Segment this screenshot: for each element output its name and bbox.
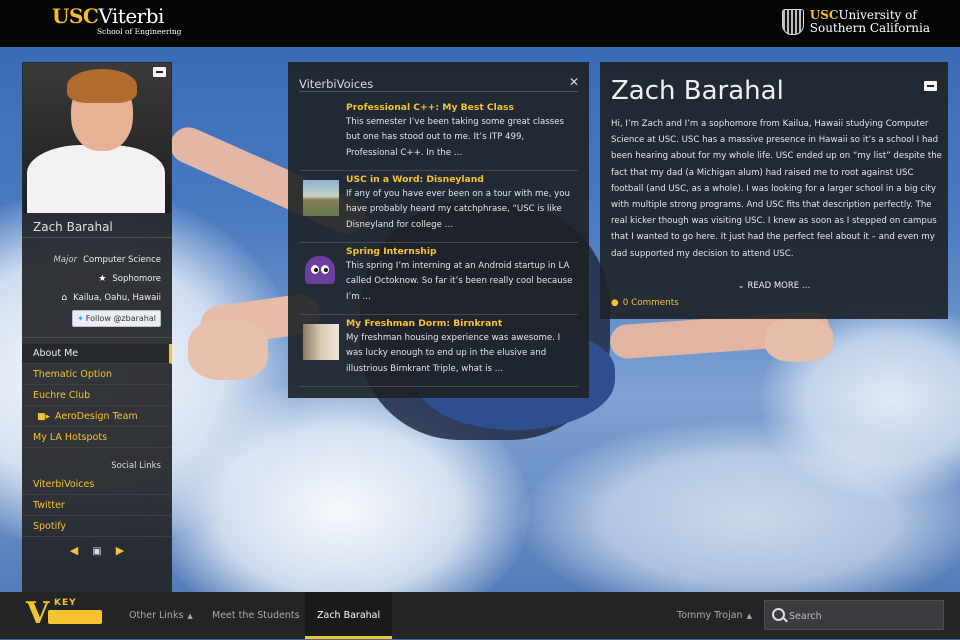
profile-photo bbox=[23, 63, 171, 213]
sidebar-item-about-me[interactable]: About Me bbox=[22, 344, 172, 364]
post-title[interactable]: Professional C++: My Best Class bbox=[346, 102, 514, 113]
chevron-down-icon: ⌄ bbox=[737, 281, 748, 291]
home-icon: ⌂ bbox=[61, 293, 68, 303]
post-excerpt: If any of you have ever been on a tour w… bbox=[346, 189, 570, 230]
twitter-icon: ✦ bbox=[77, 314, 84, 323]
voices-title: ViterbiVoices bbox=[299, 77, 374, 91]
close-icon[interactable]: ✕ bbox=[569, 75, 579, 89]
post-title[interactable]: Spring Internship bbox=[346, 246, 437, 257]
sidebar-link-spotify[interactable]: Spotify bbox=[22, 517, 172, 537]
purple-monster-icon[interactable] bbox=[305, 256, 335, 284]
profile-major: Major Computer Science bbox=[53, 255, 161, 265]
post-thumbnail[interactable] bbox=[303, 324, 339, 360]
list-item[interactable]: Spring Internship This spring I’m intern… bbox=[299, 244, 578, 315]
profile-hometown: ⌂ Kailua, Oahu, Hawaii bbox=[61, 293, 161, 303]
post-title[interactable]: My Freshman Dorm: Birnkrant bbox=[346, 318, 502, 329]
nav-meet-the-students[interactable]: Meet the Students bbox=[212, 592, 300, 639]
usc-viterbi-logo[interactable]: USCViterbi School of Engineering bbox=[52, 6, 182, 36]
comments-link[interactable]: ● 0 Comments bbox=[611, 298, 679, 308]
list-item[interactable]: My Freshman Dorm: Birnkrant My freshman … bbox=[299, 316, 578, 387]
social-links-heading: Social Links bbox=[111, 461, 161, 471]
caret-up-icon: ▲ bbox=[187, 612, 193, 620]
read-more-button[interactable]: ⌄ READ MORE … bbox=[600, 281, 948, 291]
list-item[interactable]: USC in a Word: Disneyland If any of you … bbox=[299, 172, 578, 243]
search-input[interactable] bbox=[787, 607, 941, 625]
arrow-right-icon[interactable]: ▶ bbox=[116, 544, 124, 557]
profile-year: ★ Sophomore bbox=[98, 274, 161, 284]
post-excerpt: This spring I’m interning at an Android … bbox=[346, 261, 573, 302]
top-header: USCViterbi School of Engineering USCUniv… bbox=[0, 0, 960, 47]
twitter-follow-button[interactable]: ✦ Follow @zbarahal bbox=[72, 310, 161, 327]
caret-up-icon: ▲ bbox=[746, 612, 752, 620]
nav-other-links[interactable]: Other Links ▲ bbox=[129, 592, 193, 639]
image-icon[interactable]: ▣ bbox=[92, 546, 101, 557]
profile-name: Zach Barahal bbox=[33, 220, 113, 234]
sidebar-item-euchre-club[interactable]: Euchre Club bbox=[22, 386, 172, 406]
user-menu[interactable]: Tommy Trojan ▲ bbox=[677, 592, 752, 639]
search-box[interactable] bbox=[764, 600, 944, 630]
post-thumbnail[interactable] bbox=[303, 180, 339, 216]
about-text: Hi, I’m Zach and I’m a sophomore from Ka… bbox=[611, 119, 942, 259]
about-heading: Zach Barahal bbox=[611, 76, 784, 106]
video-camera-icon: ■▸ bbox=[37, 412, 51, 422]
arrow-left-icon[interactable]: ◀ bbox=[70, 544, 78, 557]
collapse-sidebar-button[interactable] bbox=[153, 67, 166, 77]
sidebar-item-la-hotspots[interactable]: My LA Hotspots bbox=[22, 428, 172, 448]
sidebar-link-twitter[interactable]: Twitter bbox=[22, 496, 172, 516]
usc-university-logo[interactable]: USCUniversity of Southern California bbox=[781, 9, 930, 35]
viterbivoices-panel: ViterbiVoices ✕ Professional C++: My Bes… bbox=[288, 62, 589, 398]
nav-zach-barahal[interactable]: Zach Barahal bbox=[305, 592, 393, 639]
key-logo[interactable]: V KEY bbox=[26, 598, 104, 630]
post-title[interactable]: USC in a Word: Disneyland bbox=[346, 174, 484, 185]
about-panel: Zach Barahal Hi, I’m Zach and I’m a soph… bbox=[600, 62, 948, 319]
post-excerpt: This semester I’ve been taking some grea… bbox=[346, 117, 565, 158]
star-icon: ★ bbox=[98, 274, 107, 284]
profile-sidebar: Zach Barahal Major Computer Science ★ Soph… bbox=[22, 62, 172, 603]
list-item[interactable]: Professional C++: My Best Class This sem… bbox=[299, 100, 578, 171]
search-icon[interactable] bbox=[772, 608, 785, 621]
sidebar-item-thematic-option[interactable]: Thematic Option bbox=[22, 365, 172, 385]
post-excerpt: My freshman housing experience was aweso… bbox=[346, 333, 561, 374]
photo-pager: ◀ ▣ ▶ bbox=[22, 544, 172, 557]
collapse-about-button[interactable] bbox=[924, 81, 937, 91]
sidebar-link-viterbivoices[interactable]: ViterbiVoices bbox=[22, 475, 172, 495]
comment-bubble-icon: ● bbox=[611, 298, 619, 308]
usc-seal-icon bbox=[781, 9, 804, 35]
bottom-nav: V KEY Other Links ▲ Meet the Students Zac… bbox=[0, 592, 960, 639]
sidebar-item-aerodesign-team[interactable]: ■▸ AeroDesign Team bbox=[22, 407, 172, 427]
